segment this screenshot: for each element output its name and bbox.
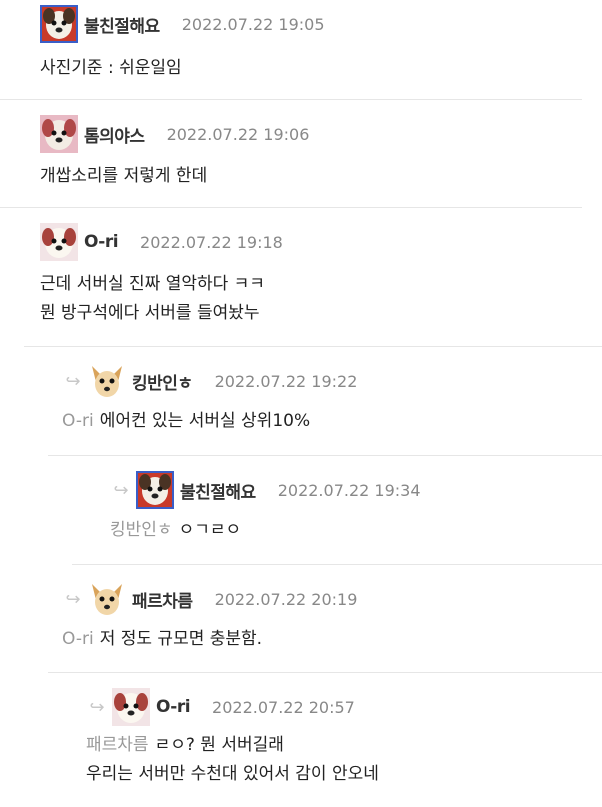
reply-arrow-icon: ↪: [65, 588, 81, 610]
dog-avatar-icon: [112, 688, 150, 726]
comment-header: 톰의야스 2022.07.22 19:06: [40, 115, 582, 153]
comment-date: 2022.07.22 19:34: [277, 480, 421, 500]
comment-item: 톰의야스 2022.07.22 19:06 개쌉소리를 저렇게 한데: [0, 100, 582, 208]
author-name[interactable]: 패르차름: [132, 587, 193, 612]
comment-text: 근데 서버실 진짜 열악하다 ㅋㅋ: [40, 274, 265, 294]
mention-link[interactable]: 킹반인ㅎ: [110, 520, 173, 540]
dog-avatar-icon: [40, 5, 78, 43]
comment-body: 개쌉소리를 저렇게 한데: [40, 162, 582, 191]
comment-text: 우리는 서버만 수천대 있어서 감이 안오네: [86, 764, 379, 784]
avatar[interactable]: [88, 362, 126, 400]
avatar[interactable]: [88, 580, 126, 618]
comment-text-line: 패르차름 ㄹㅇ? 뭔 서버길래: [86, 731, 602, 760]
comment-text: 사진기준 : 쉬운일임: [40, 58, 182, 78]
comment-text: ㄹㅇ? 뭔 서버길래: [154, 735, 284, 755]
comment-header: O-ri 2022.07.22 19:18: [40, 223, 602, 261]
mention-link[interactable]: 패르차름: [86, 735, 149, 755]
comment-date: 2022.07.22 19:22: [214, 371, 358, 391]
author-name[interactable]: O-ri: [156, 697, 191, 717]
comment-body: 근데 서버실 진짜 열악하다 ㅋㅋ 뭔 방구석에다 서버를 들여놨누: [40, 270, 602, 328]
author-name[interactable]: 톰의야스: [84, 122, 145, 147]
comment-text: 에어컨 있는 서버실 상위10%: [99, 411, 311, 431]
avatar[interactable]: [40, 5, 78, 43]
comment-body: O-ri 저 정도 규모면 충분함.: [62, 625, 602, 654]
author-name[interactable]: 불친절해요: [180, 478, 256, 503]
reply-arrow-icon: ↪: [113, 479, 129, 501]
comment-date: 2022.07.22 19:18: [140, 232, 283, 252]
dog-avatar-icon: [136, 471, 174, 509]
comment-item: O-ri 2022.07.22 19:18 근데 서버실 진짜 열악하다 ㅋㅋ …: [24, 208, 602, 347]
comment-text: 개쌉소리를 저렇게 한데: [40, 166, 208, 186]
comment-date: 2022.07.22 20:19: [214, 589, 358, 609]
chihuahua-avatar-icon: [88, 580, 126, 618]
reply-item: ↪ 불친절해요 2022.07.22 19:34 킹반인ㅎ ㅇㄱㄹㅇ: [72, 456, 602, 565]
avatar[interactable]: [112, 688, 150, 726]
reply-arrow-icon: ↪: [65, 370, 81, 392]
reply-item: ↪ 킹반인ㅎ 2022.07.22 19:22 O-ri 에어컨 있는 서버실 상…: [48, 347, 602, 456]
reply-arrow-icon: ↪: [89, 696, 105, 718]
mention-link[interactable]: O-ri: [62, 411, 94, 431]
comment-date: 2022.07.22 19:05: [181, 14, 325, 34]
comment-text: 저 정도 규모면 충분함.: [99, 629, 263, 649]
avatar[interactable]: [40, 115, 78, 153]
comment-body: 사진기준 : 쉬운일임: [40, 54, 582, 83]
avatar[interactable]: [40, 223, 78, 261]
comment-header: ↪ O-ri 2022.07.22 20:57: [86, 688, 602, 726]
comment-date: 2022.07.22 20:57: [212, 697, 355, 717]
reply-item: ↪ 패르차름 2022.07.22 20:19 O-ri 저 정도 규모면 충분함…: [48, 565, 602, 673]
comment-body: 패르차름 ㄹㅇ? 뭔 서버길래 우리는 서버만 수천대 있어서 감이 안오네: [86, 731, 602, 789]
dog-avatar-icon: [40, 115, 78, 153]
comment-body: O-ri 에어컨 있는 서버실 상위10%: [62, 407, 602, 436]
reply-item: ↪ O-ri 2022.07.22 20:57 패르차름 ㄹㅇ? 뭔 서버길래 우…: [48, 673, 602, 801]
comment-header: ↪ 패르차름 2022.07.22 20:19: [62, 580, 602, 618]
chihuahua-avatar-icon: [88, 362, 126, 400]
author-name[interactable]: 킹반인ㅎ: [132, 369, 193, 394]
comment-header: ↪ 킹반인ㅎ 2022.07.22 19:22: [62, 362, 602, 400]
author-name[interactable]: 불친절해요: [84, 12, 160, 37]
comment-date: 2022.07.22 19:06: [166, 124, 310, 144]
comment-header: ↪ 불친절해요 2022.07.22 19:34: [110, 471, 602, 509]
avatar[interactable]: [136, 471, 174, 509]
comment-text: ㅇㄱㄹㅇ: [178, 520, 242, 540]
comment-text: 뭔 방구석에다 서버를 들여놨누: [40, 303, 260, 323]
author-name[interactable]: O-ri: [84, 232, 119, 252]
comment-header: 불친절해요 2022.07.22 19:05: [40, 5, 582, 43]
comment-item: 불친절해요 2022.07.22 19:05 사진기준 : 쉬운일임: [0, 0, 582, 100]
dog-avatar-icon: [40, 223, 78, 261]
mention-link[interactable]: O-ri: [62, 629, 94, 649]
comment-body: 킹반인ㅎ ㅇㄱㄹㅇ: [110, 516, 602, 545]
